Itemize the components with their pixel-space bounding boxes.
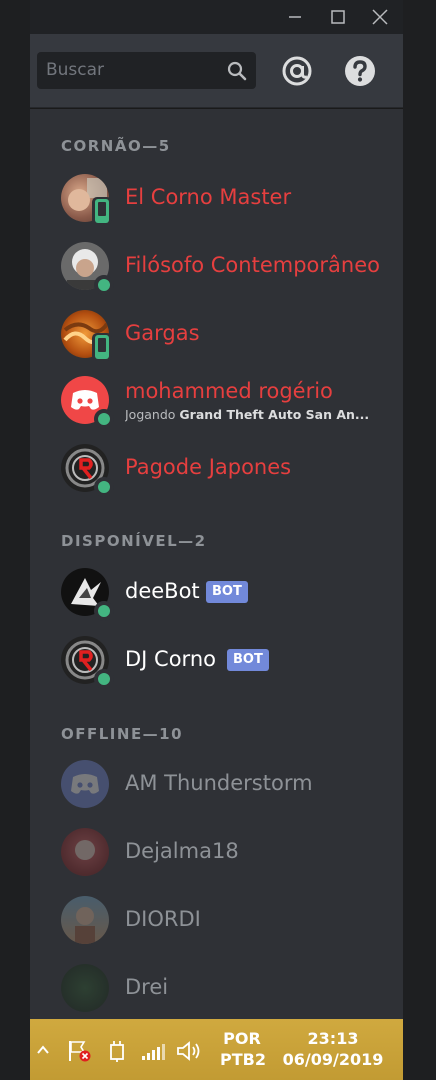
keyboard-layout: PTB2 — [220, 1050, 266, 1069]
member-name: Gargas — [125, 321, 200, 345]
minimize-icon[interactable] — [275, 0, 315, 34]
online-status-icon — [94, 669, 114, 689]
member-el-corno-master[interactable]: El Corno Master — [30, 169, 403, 231]
member-name: Dejalma18 — [125, 839, 239, 863]
power-plug-icon[interactable] — [106, 1039, 128, 1063]
online-status-icon — [94, 409, 114, 429]
online-status-icon — [94, 601, 114, 621]
member-dejalma18[interactable]: Dejalma18 — [30, 823, 403, 885]
clock-time: 23:13 — [307, 1029, 359, 1048]
left-background — [0, 0, 30, 1080]
member-diordi[interactable]: DIORDI — [30, 891, 403, 953]
member-gargas[interactable]: Gargas — [30, 305, 403, 367]
input-language-indicator[interactable]: POR PTB2 — [220, 1028, 266, 1070]
member-drei[interactable]: Drei — [30, 959, 403, 1019]
online-status-icon — [94, 477, 114, 497]
mobile-status-icon — [92, 197, 112, 225]
member-deebot[interactable]: deeBot BOT — [30, 563, 403, 625]
bot-tag: BOT — [206, 581, 248, 603]
member-name: Drei — [125, 975, 169, 999]
member-pagode-japones[interactable]: Pagode Japones — [30, 439, 403, 501]
language-code: POR — [223, 1029, 261, 1048]
search-placeholder: Buscar — [46, 60, 105, 80]
member-list[interactable]: CORNÃO—5 El Corno Master Filósofo Contem… — [30, 109, 403, 1019]
close-icon[interactable] — [360, 0, 400, 34]
search-input[interactable]: Buscar — [37, 52, 256, 89]
member-name: mohammed rogério — [125, 379, 333, 403]
taskbar-tray: POR PTB2 23:13 06/09/2019 — [30, 1019, 403, 1080]
avatar — [61, 760, 109, 808]
member-name: Filósofo Contemporâneo — [125, 253, 380, 277]
search-icon — [227, 61, 247, 81]
member-name: DJ Corno — [125, 647, 216, 671]
bot-tag: BOT — [227, 649, 269, 671]
show-hidden-icons-icon[interactable] — [37, 1045, 49, 1055]
member-name: deeBot — [125, 579, 200, 603]
member-name: El Corno Master — [125, 185, 292, 209]
avatar — [61, 964, 109, 1012]
member-activity: Jogando Grand Theft Auto San An... — [125, 407, 370, 422]
system-clock[interactable]: 23:13 06/09/2019 — [278, 1028, 388, 1070]
member-name: Pagode Japones — [125, 455, 292, 479]
member-mohammed-rogerio[interactable]: mohammed rogério Jogando Grand Theft Aut… — [30, 371, 403, 433]
maximize-icon[interactable] — [318, 0, 358, 34]
toolbar-header: Buscar — [30, 34, 403, 108]
group-header-disponivel: DISPONÍVEL—2 — [61, 532, 207, 550]
group-header-offline: OFFLINE—10 — [61, 725, 184, 743]
help-icon[interactable] — [343, 54, 377, 88]
member-filosofo-contemporaneo[interactable]: Filósofo Contemporâneo — [30, 237, 403, 299]
member-name: DIORDI — [125, 907, 201, 931]
online-status-icon — [94, 275, 114, 295]
member-name: AM Thunderstorm — [125, 771, 313, 795]
right-background — [403, 0, 436, 1080]
mobile-status-icon — [92, 333, 112, 361]
group-header-cornao: CORNÃO—5 — [61, 137, 171, 155]
at-icon[interactable] — [280, 54, 314, 88]
avatar — [61, 828, 109, 876]
action-center-flag-icon[interactable] — [66, 1039, 92, 1063]
network-signal-icon[interactable] — [140, 1041, 166, 1061]
member-dj-corno[interactable]: DJ Corno BOT — [30, 631, 403, 693]
member-am-thunderstorm[interactable]: AM Thunderstorm — [30, 755, 403, 817]
volume-icon[interactable] — [176, 1039, 202, 1063]
clock-date: 06/09/2019 — [282, 1050, 384, 1069]
avatar — [61, 896, 109, 944]
window-titlebar — [30, 0, 403, 34]
